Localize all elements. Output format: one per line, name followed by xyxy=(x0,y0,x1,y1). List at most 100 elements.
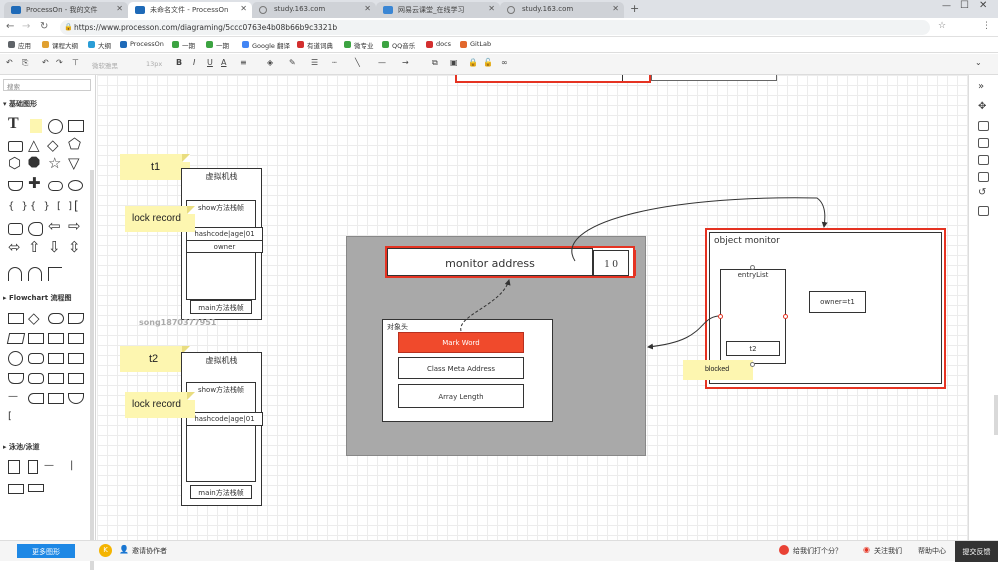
rectangle-shape-icon[interactable] xyxy=(68,120,84,132)
bookmark-micro-major[interactable]: 微专业 xyxy=(344,40,374,50)
inverted-triangle-shape-icon[interactable]: ▽ xyxy=(68,154,80,172)
off-page-connector-shape-icon[interactable] xyxy=(68,393,84,404)
sidebar-scrollbar[interactable] xyxy=(90,170,94,570)
follow-us-link[interactable]: 关注我们 xyxy=(874,546,902,556)
brace-shape-icon[interactable]: { }{ } [ ] xyxy=(8,201,74,212)
hexagon-shape-icon[interactable]: ⬡ xyxy=(8,154,21,172)
annotation-shape-icon[interactable]: — xyxy=(8,391,18,402)
tab-processon-files[interactable]: ProcessOn - 我的文件 ✕ xyxy=(4,2,128,18)
fill-color-icon[interactable]: ◈ xyxy=(267,58,273,67)
loop-limit-shape-icon[interactable] xyxy=(68,373,84,384)
arrange-back-icon[interactable]: ▣ xyxy=(450,58,458,67)
star-shape-icon[interactable]: ☆ xyxy=(48,154,61,172)
bookmark-qq-music[interactable]: QQ音乐 xyxy=(382,40,415,50)
preparation-shape-icon[interactable] xyxy=(48,353,64,364)
line-color-icon[interactable]: ✎ xyxy=(289,58,296,67)
close-tab-icon[interactable]: ✕ xyxy=(488,4,495,13)
tab-netease-course[interactable]: 网易云课堂_在线学习 ✕ xyxy=(376,2,500,18)
undo-arrow-icon[interactable]: ↶ xyxy=(42,58,49,67)
close-tab-icon[interactable]: ✕ xyxy=(116,4,123,13)
more-shapes-button[interactable]: 更多图形 xyxy=(17,544,75,558)
bracket-flow-shape-icon[interactable]: [ xyxy=(8,411,12,422)
url-input[interactable]: 🔒 https://www.processon.com/diagraming/5… xyxy=(60,20,930,35)
trapezoid-shape-icon[interactable] xyxy=(8,181,23,191)
octagon-shape-icon[interactable]: ⯃ xyxy=(28,154,40,172)
arrange-front-icon[interactable]: ⧉ xyxy=(432,58,438,68)
canvas-scrollbar[interactable] xyxy=(994,395,998,435)
ellipse-shape-icon[interactable] xyxy=(68,180,83,191)
align-icon[interactable]: ≡ xyxy=(240,58,247,67)
connector-circle-shape-icon[interactable] xyxy=(8,351,23,366)
link-icon[interactable]: ∞ xyxy=(501,58,508,67)
close-tab-icon[interactable]: ✕ xyxy=(364,4,371,13)
connector-icon[interactable]: ╲ xyxy=(355,58,360,67)
close-tab-icon[interactable]: ✕ xyxy=(612,4,619,13)
cross-shape-icon[interactable]: ✚ xyxy=(28,174,41,192)
unlock-shape-icon[interactable]: 🔓 xyxy=(483,58,493,67)
down-arrow-shape-icon[interactable]: ⇩ xyxy=(48,238,61,256)
data-shape-icon[interactable] xyxy=(6,333,26,344)
rounded-rect-shape-icon[interactable] xyxy=(8,141,23,152)
double-arrow-shape-icon[interactable]: ⬄ xyxy=(8,238,21,256)
bookmark-outline[interactable]: 大纲 xyxy=(88,40,111,50)
bookmark-gitlab[interactable]: GitLab xyxy=(460,40,491,48)
data-panel-icon[interactable] xyxy=(978,155,989,165)
display-shape-icon[interactable] xyxy=(28,373,44,384)
line-width-icon[interactable]: ☰ xyxy=(311,58,318,67)
page-panel-icon[interactable] xyxy=(978,172,989,182)
star-icon[interactable]: ☆ xyxy=(938,21,946,31)
bookmark-google-translate[interactable]: Google 翻译 xyxy=(242,40,290,50)
tab-study-163[interactable]: study.163.com ✕ xyxy=(252,2,376,18)
separator-shape-icon[interactable]: — xyxy=(44,460,54,471)
note-shape-icon[interactable] xyxy=(30,119,42,133)
back-arrow-icon[interactable]: ← xyxy=(6,21,14,32)
new-tab-button[interactable]: + xyxy=(630,2,639,15)
font-size-select[interactable]: 13px xyxy=(146,60,162,68)
line-end-icon[interactable]: → xyxy=(402,58,409,67)
underline-button[interactable]: U xyxy=(207,58,213,67)
up-arrow-shape-icon[interactable]: ⇧ xyxy=(28,238,41,256)
corner-shape-icon[interactable] xyxy=(48,267,62,281)
redo-arrow-icon[interactable]: ↷ xyxy=(56,58,63,67)
bookmark-docs[interactable]: docs xyxy=(426,40,451,48)
delay-shape-icon[interactable] xyxy=(28,353,44,364)
vertical-lane-shape-icon[interactable] xyxy=(28,460,38,474)
vertical-pool-shape-icon[interactable] xyxy=(8,460,20,474)
terminator-shape-icon[interactable] xyxy=(48,313,64,324)
forward-arrow-icon[interactable]: → xyxy=(22,21,30,32)
line-style-icon[interactable]: ┄ xyxy=(332,58,337,67)
predefined-process-shape-icon[interactable] xyxy=(28,333,44,344)
bookmark-apps[interactable]: 应用 xyxy=(8,40,31,50)
italic-button[interactable]: I xyxy=(193,58,195,67)
triangle-shape-icon[interactable]: △ xyxy=(28,136,40,154)
manual-operation-shape-icon[interactable] xyxy=(48,373,64,384)
process-shape-icon[interactable] xyxy=(8,313,24,324)
vertical-arrow-shape-icon[interactable]: ⇳ xyxy=(68,238,81,256)
paint-icon[interactable]: ⊤ xyxy=(72,58,79,67)
tab-untitled-file[interactable]: 未命名文件 - ProcessOn ✕ xyxy=(128,2,252,18)
circle-shape-icon[interactable] xyxy=(48,119,63,134)
bookmark-processon[interactable]: ProcessOn xyxy=(120,40,164,48)
history-icon[interactable]: ↺ xyxy=(978,187,986,198)
comment-icon[interactable] xyxy=(978,206,989,216)
tape-shape-icon[interactable] xyxy=(8,373,24,384)
image-panel-icon[interactable] xyxy=(978,138,989,148)
bracket-shape-icon[interactable]: [ xyxy=(74,199,79,213)
text-shape-icon[interactable]: T xyxy=(8,115,19,133)
section-basic-shapes[interactable]: ▾ 基础图形 xyxy=(3,99,37,109)
stored-data-shape-icon[interactable] xyxy=(28,393,44,404)
format-painter-icon[interactable]: ⎘ xyxy=(22,58,28,68)
cloud-shape-icon[interactable] xyxy=(48,181,63,191)
bookmark-phase-1[interactable]: 一期 xyxy=(172,40,195,50)
u-turn-shape-icon[interactable] xyxy=(8,267,22,281)
avatar[interactable]: K xyxy=(99,544,112,557)
shield-shape-icon[interactable] xyxy=(28,222,43,236)
invite-collaborator-link[interactable]: 邀请协作者 xyxy=(132,546,167,556)
section-swimlane[interactable]: ▸ 泳池/泳道 xyxy=(3,442,40,452)
collapse-right-panel-icon[interactable]: » xyxy=(978,81,984,92)
pentagon-shape-icon[interactable]: ⬠ xyxy=(68,135,81,153)
card-shape-icon[interactable] xyxy=(8,223,23,235)
minimize-button[interactable]: — xyxy=(942,1,951,11)
bold-button[interactable]: B xyxy=(176,58,182,67)
section-flowchart[interactable]: ▸ Flowchart 流程图 xyxy=(3,293,72,303)
